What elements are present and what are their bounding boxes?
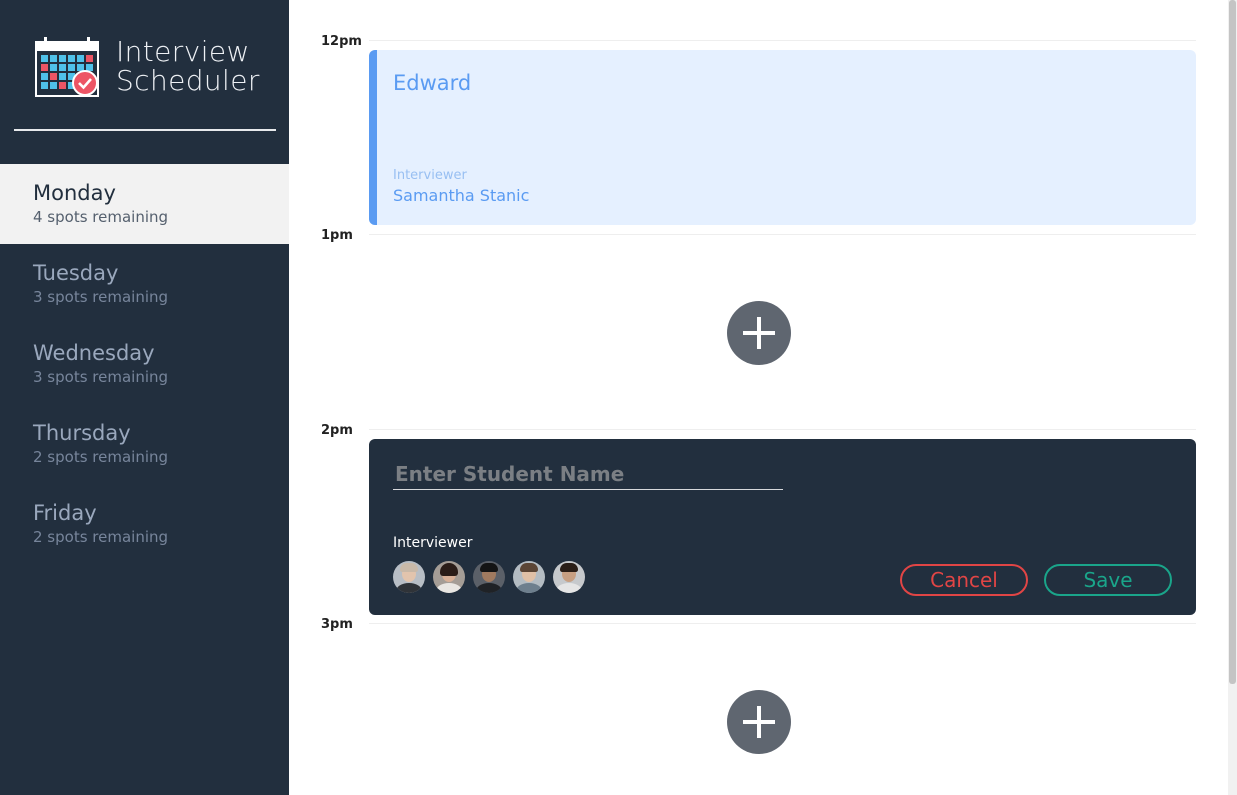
appointment-form: Interviewer	[369, 439, 1196, 615]
avatar-body	[396, 583, 422, 593]
day-spots: 2 spots remaining	[33, 528, 169, 546]
day-item-monday[interactable]: Monday 4 spots remaining	[0, 164, 289, 244]
avatar-hair	[520, 563, 538, 572]
day-item-friday[interactable]: Friday 2 spots remaining	[0, 484, 289, 564]
appointment-card[interactable]: Edward Interviewer Samantha Stanic	[369, 50, 1196, 225]
day-spots: 3 spots remaining	[33, 288, 169, 306]
app-title: Interview Scheduler	[116, 37, 260, 95]
avatar-hair	[400, 563, 418, 572]
calendar-icon	[35, 37, 99, 97]
day-list: Monday 4 spots remaining Tuesday 3 spots…	[0, 164, 289, 564]
time-divider	[369, 429, 1196, 430]
day-item-wednesday[interactable]: Wednesday 3 spots remaining	[0, 324, 289, 404]
save-button[interactable]: Save	[1044, 564, 1172, 596]
avatar-hair	[440, 563, 458, 576]
day-name: Monday	[33, 181, 116, 205]
time-divider	[369, 234, 1196, 235]
interviewer-avatar[interactable]	[473, 561, 505, 593]
interviewer-avatar[interactable]	[553, 561, 585, 593]
day-spots: 3 spots remaining	[33, 368, 169, 386]
interviewer-list-label: Interviewer	[393, 535, 473, 551]
day-name: Friday	[33, 501, 97, 525]
schedule: 12pm Edward Interviewer Samantha Stanic …	[289, 0, 1228, 795]
time-label: 3pm	[321, 617, 353, 632]
avatar-body	[436, 583, 462, 593]
interviewer-avatar[interactable]	[393, 561, 425, 593]
app: Interview Scheduler Monday 4 spots remai…	[0, 0, 1237, 795]
day-name: Thursday	[33, 421, 131, 445]
day-item-thursday[interactable]: Thursday 2 spots remaining	[0, 404, 289, 484]
time-label: 12pm	[321, 34, 362, 49]
scrollbar[interactable]	[1228, 0, 1237, 795]
interviewer-list	[393, 561, 585, 593]
avatar-hair	[560, 563, 578, 572]
cancel-button[interactable]: Cancel	[900, 564, 1028, 596]
time-label: 2pm	[321, 423, 353, 438]
app-title-line2: Scheduler	[116, 64, 260, 97]
time-label: 1pm	[321, 228, 353, 243]
day-name: Wednesday	[33, 341, 155, 365]
interviewer-name: Samantha Stanic	[393, 186, 530, 205]
interviewer-avatar[interactable]	[433, 561, 465, 593]
day-item-tuesday[interactable]: Tuesday 3 spots remaining	[0, 244, 289, 324]
day-spots: 2 spots remaining	[33, 448, 169, 466]
sidebar-divider	[14, 129, 276, 131]
avatar-body	[516, 583, 542, 593]
sidebar: Interview Scheduler Monday 4 spots remai…	[0, 0, 289, 795]
interviewer-avatar[interactable]	[513, 561, 545, 593]
add-appointment-button[interactable]	[727, 301, 791, 365]
avatar-body	[556, 583, 582, 593]
avatar-body	[476, 583, 502, 593]
interviewer-label: Interviewer	[393, 168, 467, 183]
avatar-hair	[480, 563, 498, 572]
time-divider	[369, 40, 1196, 41]
time-divider	[369, 623, 1196, 624]
add-appointment-button[interactable]	[727, 690, 791, 754]
scrollbar-thumb[interactable]	[1229, 0, 1236, 684]
student-name: Edward	[393, 71, 472, 95]
day-spots: 4 spots remaining	[33, 208, 169, 226]
day-name: Tuesday	[33, 261, 119, 285]
student-name-input[interactable]	[393, 459, 783, 490]
app-title-line1: Interview	[116, 35, 250, 68]
